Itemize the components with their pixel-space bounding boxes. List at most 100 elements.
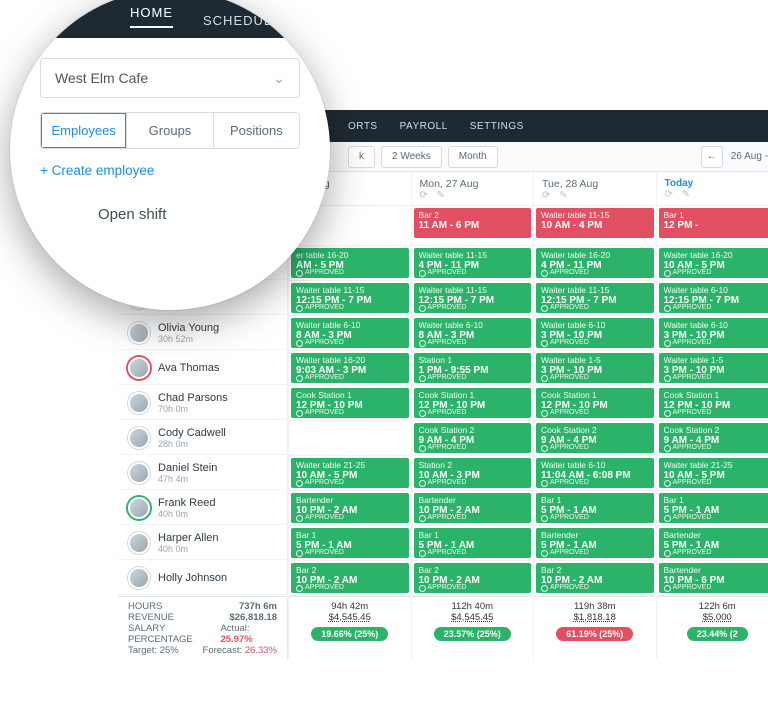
summary-footer: HOURS737h 6m REVENUE$26,818.18 SALARY PE… xyxy=(118,596,768,660)
tab-groups[interactable]: Groups xyxy=(126,113,212,148)
tab-positions[interactable]: Positions xyxy=(213,113,299,148)
shift-card[interactable]: Waiter table 11-15 12:15 PM - 7 PM APPRO… xyxy=(414,283,532,313)
employee-hours: 40h 0m xyxy=(158,544,219,554)
day-header: Tue, 28 Aug ⟳ ✎ xyxy=(533,172,656,206)
employee-name: Daniel Stein xyxy=(158,462,217,474)
shift-card[interactable]: Waiter table 6-10 8 AM - 3 PM APPROVED xyxy=(414,318,532,348)
shift-card[interactable]: Waiter table 1-5 3 PM - 10 PM APPROVED xyxy=(659,353,768,383)
shift-card[interactable]: Bartender 5 PM - 1 AM APPROVED xyxy=(659,528,768,558)
avatar xyxy=(128,392,150,414)
nav-settings[interactable]: SETTINGS xyxy=(470,121,524,132)
shift-card[interactable]: Bartender 5 PM - 1 AM APPROVED xyxy=(536,528,654,558)
open-shift-card[interactable]: Waiter table 11-1510 AM - 4 PM xyxy=(536,208,654,238)
nav-reports[interactable]: ORTS xyxy=(348,121,378,132)
day-header: Today ⟳ ✎ xyxy=(656,172,768,206)
shift-card[interactable]: Cook Station 2 9 AM - 4 PM APPROVED xyxy=(659,423,768,453)
shift-card[interactable]: Cook Station 2 9 AM - 4 PM APPROVED xyxy=(536,423,654,453)
shift-card[interactable]: Waiter table 11-15 12:15 PM - 7 PM APPRO… xyxy=(291,283,409,313)
shift-card[interactable]: Bar 1 5 PM - 1 AM APPROVED xyxy=(536,493,654,523)
avatar xyxy=(128,427,150,449)
summary-column: 94h 42m $4,545.45 19.66% (25%) xyxy=(288,596,411,660)
shift-card[interactable]: Bar 1 5 PM - 1 AM APPROVED xyxy=(659,493,768,523)
shift-card[interactable]: Bar 2 10 PM - 2 AM APPROVED xyxy=(536,563,654,593)
shift-card[interactable]: Bartender 10 PM - 2 AM APPROVED xyxy=(414,493,532,523)
shift-card[interactable]: Station 2 10 AM - 3 PM APPROVED xyxy=(414,458,532,488)
shift-card[interactable]: Bar 1 5 PM - 1 AM APPROVED xyxy=(291,528,409,558)
employee-row[interactable]: Daniel Stein 47h 4m xyxy=(118,456,288,490)
employee-row[interactable]: Olivia Young 30h 52m xyxy=(118,316,288,350)
nav-home[interactable]: HOME xyxy=(130,5,173,28)
shift-card[interactable]: Cook Station 1 12 PM - 10 PM APPROVED xyxy=(659,388,768,418)
date-range-label[interactable]: 26 Aug - xyxy=(731,151,768,162)
employee-row[interactable]: Chad Parsons 70h 0m xyxy=(118,386,288,420)
avatar xyxy=(128,567,150,589)
employee-row[interactable]: Harper Allen 40h 0m xyxy=(118,526,288,560)
employee-name: Harper Allen xyxy=(158,532,219,544)
day-actions[interactable]: ⟳ ✎ xyxy=(665,189,768,200)
shift-card[interactable]: Waiter table 21-25 10 AM - 5 PM APPROVED xyxy=(291,458,409,488)
employee-row[interactable]: Cody Cadwell 28h 0m xyxy=(118,421,288,455)
summary-column: 112h 40m $4,545.45 23.57% (25%) xyxy=(411,596,534,660)
employee-name: Cody Cadwell xyxy=(158,427,226,439)
lens-nav: HOME SCHEDUL xyxy=(10,0,330,38)
shift-card[interactable]: Bartender 10 PM - 2 AM APPROVED xyxy=(291,493,409,523)
shift-card[interactable]: Bar 2 10 PM - 2 AM APPROVED xyxy=(414,563,532,593)
shift-card[interactable]: Waiter table 6-10 3 PM - 10 PM APPROVED xyxy=(659,318,768,348)
employee-hours: 28h 0m xyxy=(158,439,226,449)
shift-card[interactable]: Waiter table 6-10 12:15 PM - 7 PM APPROV… xyxy=(659,283,768,313)
view-tabs: Employees Groups Positions xyxy=(40,112,300,149)
employee-row[interactable]: Holly Johnson xyxy=(118,561,288,595)
shift-card[interactable]: Waiter table 16-20 4 PM - 11 PM APPROVED xyxy=(536,248,654,278)
open-shift-card[interactable]: Bar 211 AM - 6 PM xyxy=(414,208,532,238)
avatar xyxy=(128,532,150,554)
salary-pill: 23.44% (2 xyxy=(687,627,748,641)
tab-employees[interactable]: Employees xyxy=(41,113,126,148)
range-2weeks-button[interactable]: 2 Weeks xyxy=(381,146,442,168)
shift-card[interactable]: er table 16-20 AM - 5 PM APPROVED xyxy=(291,248,409,278)
shift-card[interactable]: Cook Station 1 12 PM - 10 PM APPROVED xyxy=(291,388,409,418)
employee-hours: 70h 0m xyxy=(158,404,228,414)
summary-column: 119h 38m $1,818.18 61.19% (25%) xyxy=(533,596,656,660)
range-week-button[interactable]: k xyxy=(348,146,375,168)
avatar xyxy=(128,462,150,484)
employee-name: Olivia Young xyxy=(158,322,219,334)
day-actions[interactable]: ⟳ ✎ xyxy=(420,190,526,201)
employee-hours: 47h 4m xyxy=(158,474,217,484)
avatar xyxy=(128,357,150,379)
employee-hours: 30h 52m xyxy=(158,334,219,344)
employee-row[interactable]: Frank Reed 40h 0m xyxy=(118,491,288,525)
shift-card[interactable]: Station 1 1 PM - 9:55 PM APPROVED xyxy=(414,353,532,383)
shift-card[interactable]: Waiter table 21-25 10 AM - 5 PM APPROVED xyxy=(659,458,768,488)
nav-schedule[interactable]: SCHEDUL xyxy=(203,13,272,28)
shift-card[interactable]: Bartender 10 PM - 6 PM APPROVED xyxy=(659,563,768,593)
prev-week-button[interactable]: ← xyxy=(701,146,723,168)
shift-card[interactable]: Waiter table 16-20 9:03 AM - 3 PM APPROV… xyxy=(291,353,409,383)
chevron-down-icon: ⌄ xyxy=(273,70,285,87)
shift-card[interactable]: Waiter table 6-10 11:04 AM - 6:08 PM APP… xyxy=(536,458,654,488)
shift-card[interactable]: Bar 1 5 PM - 1 AM APPROVED xyxy=(414,528,532,558)
employee-row[interactable]: Ava Thomas xyxy=(118,351,288,385)
shift-card[interactable]: Waiter table 16-20 10 AM - 5 PM APPROVED xyxy=(659,248,768,278)
shift-card[interactable]: Cook Station 1 12 PM - 10 PM APPROVED xyxy=(414,388,532,418)
shift-card[interactable]: Cook Station 1 12 PM - 10 PM APPROVED xyxy=(536,388,654,418)
shift-card[interactable]: Waiter table 11-15 12:15 PM - 7 PM APPRO… xyxy=(536,283,654,313)
salary-pill: 61.19% (25%) xyxy=(556,627,633,641)
shift-card[interactable]: Waiter table 11-15 4 PM - 11 PM APPROVED xyxy=(414,248,532,278)
summary-column: 122h 6m $5,000 23.44% (2 xyxy=(656,596,768,660)
salary-pill: 23.57% (25%) xyxy=(434,627,511,641)
location-select[interactable]: West Elm Cafe ⌄ xyxy=(40,58,300,98)
create-employee-link[interactable]: + Create employee xyxy=(40,163,300,178)
range-month-button[interactable]: Month xyxy=(448,146,498,168)
open-shift-card[interactable]: Bar 112 PM - xyxy=(659,208,768,238)
shift-card[interactable]: Waiter table 6-10 8 AM - 3 PM APPROVED xyxy=(291,318,409,348)
employee-hours: 40h 0m xyxy=(158,509,215,519)
shift-card[interactable]: Waiter table 6-10 3 PM - 10 PM APPROVED xyxy=(536,318,654,348)
shift-card[interactable]: Waiter table 1-5 3 PM - 10 PM APPROVED xyxy=(536,353,654,383)
nav-payroll[interactable]: PAYROLL xyxy=(400,121,448,132)
employee-name: Holly Johnson xyxy=(158,572,227,584)
day-actions[interactable]: ⟳ ✎ xyxy=(542,190,648,201)
shift-card[interactable]: Cook Station 2 9 AM - 4 PM APPROVED xyxy=(414,423,532,453)
employee-name: Ava Thomas xyxy=(158,362,219,374)
shift-card[interactable]: Bar 2 10 PM - 2 AM APPROVED xyxy=(291,563,409,593)
employee-name: Frank Reed xyxy=(158,497,215,509)
